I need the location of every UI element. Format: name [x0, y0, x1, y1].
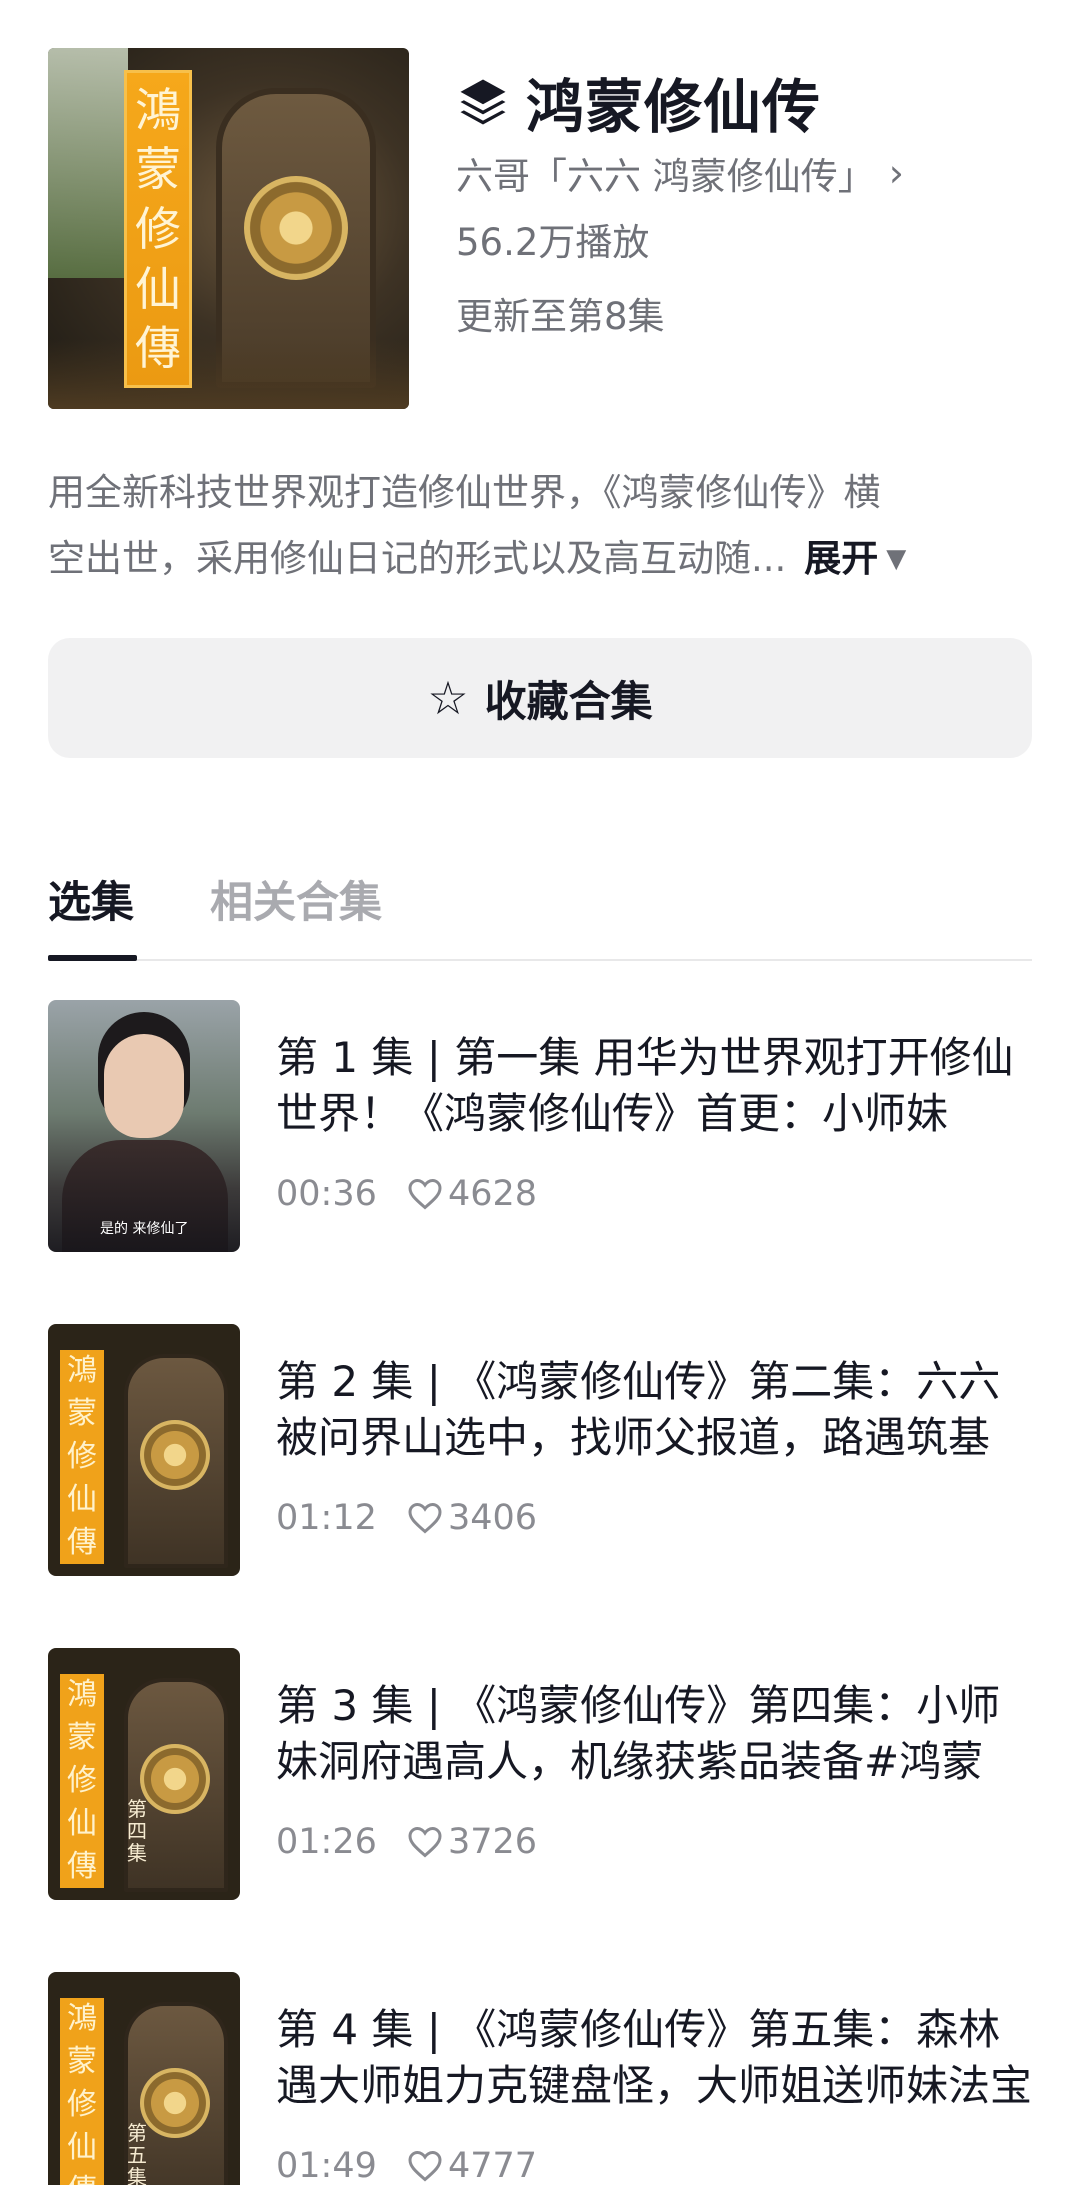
cover-char: 鴻	[67, 2001, 97, 2037]
cover-char: 修	[67, 2086, 97, 2122]
episode-meta: 01:26 3726	[276, 1822, 537, 1862]
episode-item[interactable]: 是的 来修仙了 第 1 集 | 第一集 用华为世界观打开修仙世界！《鸿蒙修仙传》…	[48, 1000, 1032, 1252]
episode-title: 第 1 集 | 第一集 用华为世界观打开修仙世界！《鸿蒙修仙传》首更：小师妹	[276, 1033, 1014, 1138]
chevron-right-icon: ›	[888, 151, 904, 195]
episode-meta: 00:36 4628	[276, 1174, 537, 1214]
expand-label: 展开	[804, 537, 879, 580]
cover-char: 傳	[67, 2175, 97, 2185]
expand-description-button[interactable]: 展开 ▼	[804, 526, 906, 592]
cover-char: 傳	[67, 1848, 97, 1884]
episode-meta: 01:12 3406	[276, 1498, 537, 1538]
episode-duration: 01:49	[276, 2146, 377, 2185]
episode-item[interactable]: 第四集 鴻 蒙 修 仙 傳 第 3 集 | 《鸿蒙修仙传》第四集：小师妹洞府遇高…	[48, 1648, 1032, 1900]
cover-char: 蒙	[135, 142, 181, 197]
play-count: 56.2万播放	[456, 221, 650, 264]
thumb-episode-tag: 第五集	[127, 2121, 147, 2185]
episode-duration: 01:12	[276, 1498, 377, 1538]
episode-item[interactable]: 第五集 鴻 蒙 修 仙 傳 第 4 集 | 《鸿蒙修仙传》第五集：森林遇大师姐力…	[48, 1972, 1032, 2185]
cover-char: 鴻	[67, 1677, 97, 1713]
cover-char: 蒙	[67, 1720, 97, 1756]
active-tab-indicator	[48, 955, 137, 961]
collection-title: 鸿蒙修仙传	[526, 73, 822, 141]
thumb-title-banner: 鴻 蒙 修 仙 傳	[60, 1998, 104, 2185]
cover-char: 傳	[67, 1524, 97, 1560]
thumb-door-wheel	[140, 1420, 210, 1490]
episode-meta: 01:49 4777	[276, 2146, 537, 2185]
cover-char: 仙	[67, 1805, 97, 1841]
episode-duration: 01:26	[276, 1822, 377, 1862]
collect-button-label: 收藏合集	[484, 676, 653, 726]
heart-outline-icon	[408, 1826, 442, 1858]
cover-char: 仙	[67, 2129, 97, 2165]
cover-title-banner: 鴻 蒙 修 仙 傳	[124, 70, 192, 388]
cover-char: 鴻	[135, 82, 181, 137]
update-status: 更新至第8集	[456, 295, 665, 338]
author-name: 六哥「六六 鸿蒙修仙传」	[456, 155, 875, 198]
collection-cover: 鴻 蒙 修 仙 傳	[48, 48, 409, 409]
episode-likes: 4628	[448, 1174, 538, 1214]
cover-char: 蒙	[67, 1396, 97, 1432]
tab-episodes[interactable]: 选集	[48, 868, 134, 930]
cover-char: 仙	[135, 261, 181, 316]
tab-related-collections[interactable]: 相关合集	[210, 868, 382, 930]
caret-down-icon: ▼	[886, 544, 907, 574]
description-line: 用全新科技世界观打造修仙世界，《鸿蒙修仙传》横	[48, 471, 881, 514]
cover-door-wheel	[244, 176, 348, 280]
cover-foliage	[48, 48, 128, 278]
description-line: 空出世，采用修仙日记的形式以及高互动随...	[48, 537, 787, 580]
author-link[interactable]: 六哥「六六 鸿蒙修仙传」 ›	[456, 146, 904, 200]
episode-likes: 4777	[448, 2146, 538, 2185]
thumb-title-banner: 鴻 蒙 修 仙 傳	[60, 1350, 104, 1564]
heart-outline-icon	[408, 1502, 442, 1534]
collection-title-row: 鸿蒙修仙传	[456, 60, 821, 144]
episode-thumbnail: 第五集 鴻 蒙 修 仙 傳	[48, 1972, 240, 2185]
cover-ground	[48, 339, 409, 409]
cover-char: 鴻	[67, 1353, 97, 1389]
episode-title: 第 4 集 | 《鸿蒙修仙传》第五集：森林遇大师姐力克键盘怪，大师姐送师妹法宝	[276, 2005, 1032, 2110]
star-outline-icon: ☆	[427, 671, 469, 725]
layers-icon	[460, 79, 506, 125]
thumb-title-banner: 鴻 蒙 修 仙 傳	[60, 1674, 104, 1888]
episode-title: 第 3 集 | 《鸿蒙修仙传》第四集：小师妹洞府遇高人，机缘获紫品装备#鸿蒙	[276, 1681, 1001, 1786]
episode-duration: 00:36	[276, 1174, 377, 1214]
episode-title: 第 2 集 | 《鸿蒙修仙传》第二集：六六被问界山选中，找师父报道，路遇筑基	[276, 1357, 1001, 1462]
episode-thumbnail: 是的 来修仙了	[48, 1000, 240, 1252]
heart-outline-icon	[408, 1178, 442, 1210]
cover-char: 修	[67, 1438, 97, 1474]
cover-char: 傳	[135, 321, 181, 376]
thumb-episode-tag: 第四集	[127, 1797, 147, 1865]
episode-item[interactable]: 鴻 蒙 修 仙 傳 第 2 集 | 《鸿蒙修仙传》第二集：六六被问界山选中，找师…	[48, 1324, 1032, 1576]
cover-char: 仙	[67, 1481, 97, 1517]
episode-thumbnail: 第四集 鴻 蒙 修 仙 傳	[48, 1648, 240, 1900]
collect-collection-button[interactable]: ☆ 收藏合集	[48, 638, 1032, 758]
cover-char: 修	[67, 1762, 97, 1798]
tab-bar: 选集 相关合集	[48, 860, 1032, 961]
episode-likes: 3406	[448, 1498, 538, 1538]
cover-char: 修	[135, 201, 181, 256]
collection-description: 用全新科技世界观打造修仙世界，《鸿蒙修仙传》横 空出世，采用修仙日记的形式以及高…	[48, 460, 1032, 592]
episode-likes: 3726	[448, 1822, 538, 1862]
cover-char: 蒙	[67, 2044, 97, 2080]
thumb-figure-head	[104, 1034, 184, 1138]
thumb-subtitle: 是的 来修仙了	[100, 1221, 189, 1237]
episode-thumbnail: 鴻 蒙 修 仙 傳	[48, 1324, 240, 1576]
heart-outline-icon	[408, 2150, 442, 2182]
